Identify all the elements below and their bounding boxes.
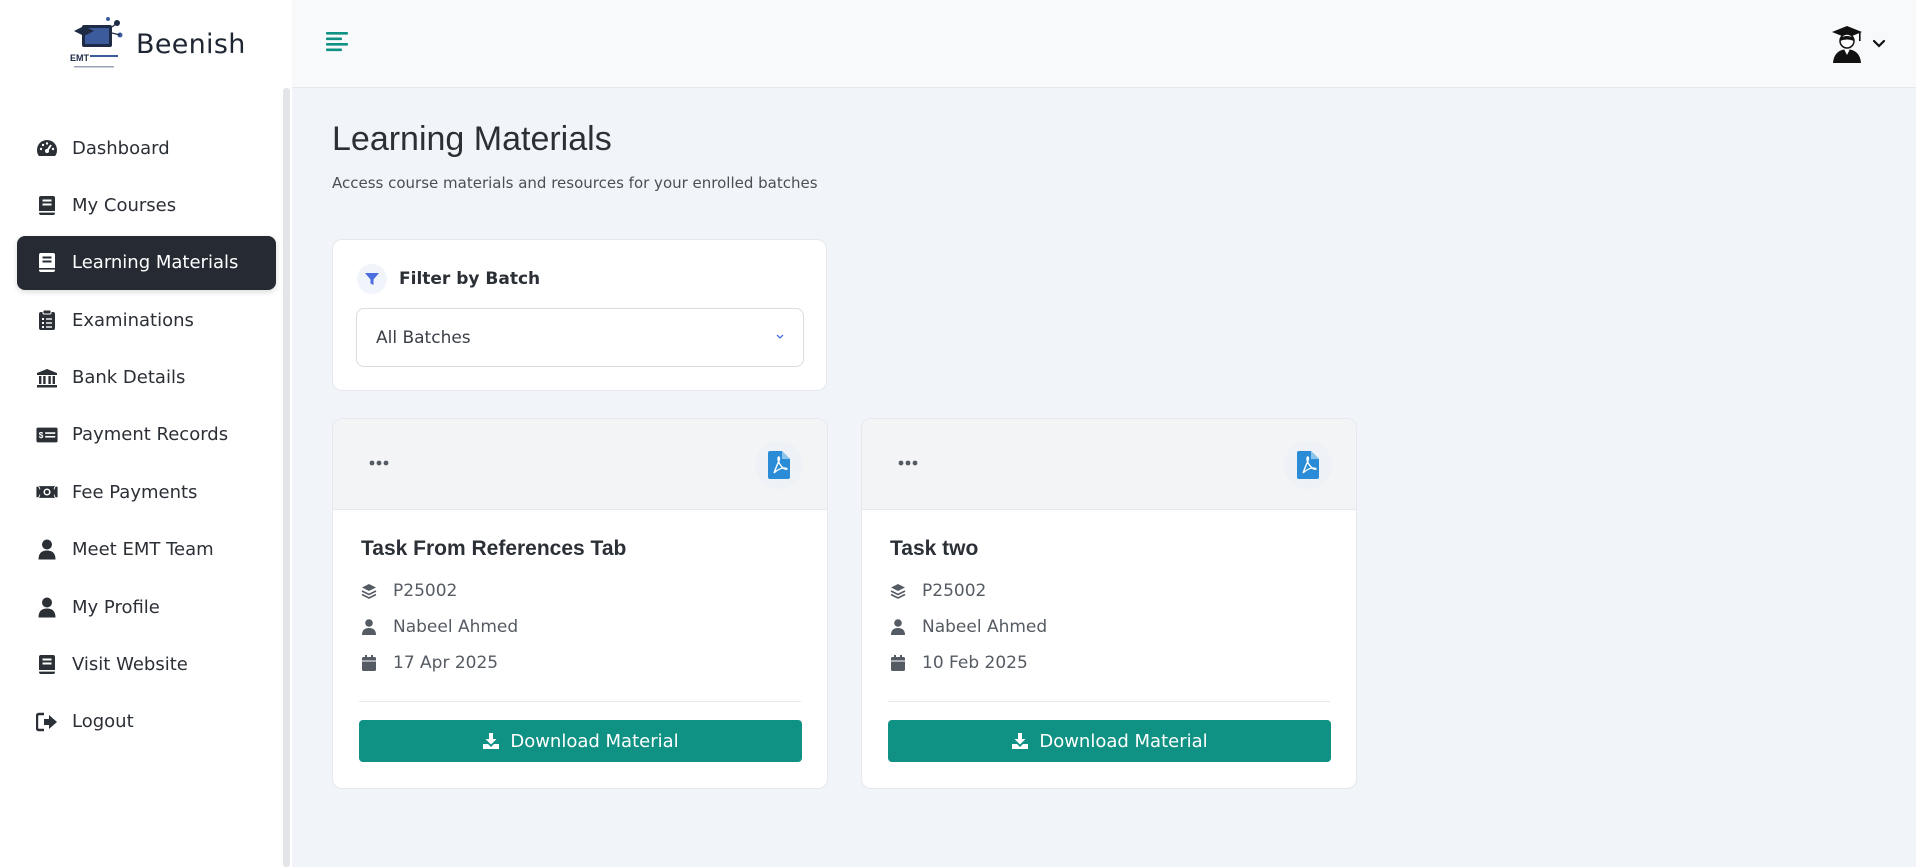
sidebar-item-logout[interactable]: Logout [17, 695, 276, 749]
sidebar-item-learning-materials[interactable]: Learning Materials [17, 235, 276, 290]
material-card: Task From References Tab P25002 Nabeel A… [332, 418, 828, 789]
batch-select-value: All Batches [376, 327, 471, 348]
user-icon [36, 596, 58, 618]
book-icon [36, 654, 58, 676]
card-header [333, 419, 827, 510]
sidebar-item-label: Examinations [72, 309, 194, 331]
user-icon [361, 619, 377, 635]
sidebar-item-label: My Courses [72, 194, 177, 216]
material-batch: P25002 [393, 581, 458, 601]
brand[interactable]: EMT Beenish [68, 14, 246, 74]
download-button-label: Download Material [1039, 730, 1208, 752]
graduate-avatar-icon [1832, 26, 1862, 63]
material-instructor: Nabeel Ahmed [393, 617, 519, 637]
book-icon [36, 252, 58, 274]
emt-logo-icon: EMT [70, 17, 123, 68]
sidebar-item-label: Meet EMT Team [72, 539, 214, 561]
brand-name: Beenish [136, 28, 246, 60]
calendar-icon [890, 655, 906, 671]
sidebar-item-visit-website[interactable]: Visit Website [17, 638, 276, 692]
card-divider [359, 701, 801, 702]
user-icon [36, 539, 58, 561]
book-icon [36, 194, 58, 216]
bank-icon [36, 367, 58, 389]
sidebar-item-meet-emt-team[interactable]: Meet EMT Team [17, 523, 276, 577]
calendar-icon [361, 655, 377, 671]
layers-icon [361, 583, 377, 599]
filter-card: Filter by Batch All Batches [332, 239, 827, 391]
download-button-label: Download Material [510, 730, 679, 752]
download-icon [1012, 733, 1029, 749]
filter-label: Filter by Batch [399, 269, 541, 289]
sidebar-item-payment-records[interactable]: $ Payment Records [17, 408, 276, 462]
sidebar-item-label: My Profile [72, 596, 160, 618]
date-meta: 17 Apr 2025 [361, 653, 498, 673]
filter-icon [357, 264, 387, 294]
sidebar-item-label: Learning Materials [72, 252, 239, 274]
sidebar-item-my-courses[interactable]: My Courses [17, 178, 276, 232]
more-options-icon[interactable] [898, 459, 918, 467]
svg-text:$: $ [39, 431, 44, 440]
material-date: 17 Apr 2025 [393, 653, 499, 673]
sidebar-item-fee-payments[interactable]: Fee Payments [17, 465, 276, 519]
card-header [862, 419, 1356, 510]
page-title: Learning Materials [332, 120, 612, 158]
card-divider [888, 701, 1330, 702]
money-check-icon: $ [36, 424, 58, 446]
user-icon [890, 619, 906, 635]
clipboard-icon [36, 309, 58, 331]
pdf-file-icon [755, 441, 803, 489]
user-menu[interactable] [1830, 24, 1886, 64]
download-icon [483, 733, 500, 749]
chevron-down-icon [1872, 39, 1886, 48]
sidebar-item-label: Dashboard [72, 137, 170, 159]
material-title: Task two [890, 537, 979, 560]
filter-header: Filter by Batch [357, 264, 540, 294]
sidebar-scrollbar[interactable] [283, 88, 290, 867]
instructor-meta: Nabeel Ahmed [361, 617, 518, 637]
align-left-icon[interactable] [324, 28, 352, 56]
page-subtitle: Access course materials and resources fo… [332, 174, 818, 192]
material-batch: P25002 [922, 581, 987, 601]
topbar [292, 0, 1916, 88]
sidebar-item-label: Logout [72, 711, 134, 733]
sidebar-nav: Dashboard My Courses Learning Materials Exa… [17, 121, 276, 752]
sidebar-item-examinations[interactable]: Examinations [17, 293, 276, 347]
instructor-meta: Nabeel Ahmed [890, 617, 1047, 637]
sidebar-item-my-profile[interactable]: My Profile [17, 580, 276, 634]
batch-meta: P25002 [890, 581, 986, 601]
sidebar-item-bank-details[interactable]: Bank Details [17, 351, 276, 405]
batch-meta: P25002 [361, 581, 457, 601]
gauge-icon [36, 137, 58, 159]
download-material-button[interactable]: Download Material [359, 720, 802, 762]
sidebar: EMT Beenish Dashboard My Courses Learning … [0, 0, 292, 867]
sidebar-item-label: Payment Records [72, 424, 229, 446]
sign-out-icon [36, 711, 58, 733]
material-instructor: Nabeel Ahmed [922, 617, 1048, 637]
money-bill-icon [36, 481, 58, 503]
chevron-down-icon [776, 334, 784, 339]
download-material-button[interactable]: Download Material [888, 720, 1331, 762]
pdf-file-icon [1284, 441, 1332, 489]
more-options-icon[interactable] [369, 459, 389, 467]
batch-select[interactable]: All Batches [356, 308, 804, 367]
layers-icon [890, 583, 906, 599]
logo-text: EMT [70, 53, 90, 63]
sidebar-item-dashboard[interactable]: Dashboard [17, 121, 276, 175]
sidebar-item-label: Visit Website [72, 654, 188, 676]
material-title: Task From References Tab [361, 537, 627, 560]
material-card: Task two P25002 Nabeel Ahmed 10 Feb 2025 [861, 418, 1357, 789]
date-meta: 10 Feb 2025 [890, 653, 1028, 673]
material-date: 10 Feb 2025 [922, 653, 1028, 673]
sidebar-item-label: Fee Payments [72, 481, 198, 503]
sidebar-item-label: Bank Details [72, 367, 186, 389]
